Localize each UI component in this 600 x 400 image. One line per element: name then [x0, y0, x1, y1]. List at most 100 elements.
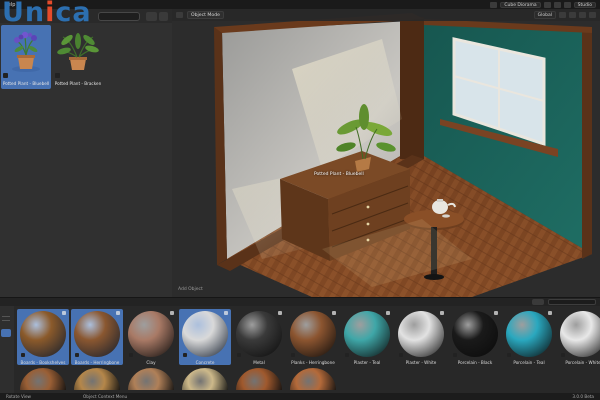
diorama-render: [172, 9, 600, 297]
material-preview-sphere: [290, 311, 336, 357]
asset-badge-icon: [116, 311, 120, 315]
material-preview-sphere: [236, 311, 282, 357]
asset-marker-icon: [237, 353, 241, 357]
add-object-hint: Add Object: [178, 287, 203, 292]
material-label: Planks - Herringbone: [291, 360, 335, 365]
shading-solid-icon[interactable]: [579, 12, 586, 18]
asset-label: Potted Plant - Bluebell: [2, 81, 50, 86]
material-preview-sphere: [74, 311, 120, 357]
asset-marker-icon: [21, 353, 25, 357]
asset-marker-icon: [561, 353, 565, 357]
material-preview-sphere: [182, 311, 228, 357]
editor-type-icon[interactable]: [176, 12, 183, 18]
material-preview-sphere: [506, 311, 552, 357]
asset-badge-icon: [278, 311, 282, 315]
asset-marker-icon: [55, 73, 60, 78]
material-label: Porcelain - Teal: [513, 360, 545, 365]
asset-marker-icon: [183, 353, 187, 357]
asset-badge-icon: [62, 311, 66, 315]
material-preview-sphere[interactable]: [290, 368, 336, 390]
asset-badge-icon: [224, 311, 228, 315]
material-preview-sphere[interactable]: [236, 368, 282, 390]
asset-badge-icon: [170, 311, 174, 315]
material-preview-sphere[interactable]: [20, 368, 66, 390]
snap-icon[interactable]: [559, 12, 566, 18]
material-preview-sphere[interactable]: [128, 368, 174, 390]
material-label: Porcelain - Black: [457, 360, 493, 365]
material-card[interactable]: Concrete: [179, 309, 231, 365]
material-label: Clay: [146, 360, 156, 365]
asset-search-input[interactable]: [98, 12, 140, 21]
material-card[interactable]: Metal: [233, 309, 285, 365]
material-preview-sphere: [344, 311, 390, 357]
potted-plant-bluebell-thumbnail: [12, 31, 40, 72]
material-card[interactable]: Porcelain - White: [557, 309, 600, 365]
material-label: Porcelain - White: [565, 360, 600, 365]
asset-marker-icon: [399, 353, 403, 357]
material-label: Boards - Bookshelves: [20, 360, 66, 365]
scene-selector: Cube Diorama Studio: [490, 1, 596, 8]
3d-viewport[interactable]: Object Mode Global Potted Plant - Bluebe…: [172, 9, 600, 297]
material-search-input[interactable]: [548, 299, 596, 305]
material-card[interactable]: Planks - Herringbone: [287, 309, 339, 365]
asset-label: Potted Plant - Bracken: [54, 81, 102, 86]
material-preview-sphere: [398, 311, 444, 357]
asset-marker-icon: [129, 353, 133, 357]
blender-window: Un i ca Help Cube Diorama Studio Potted …: [0, 0, 600, 400]
material-label: Plaster - White: [405, 360, 437, 365]
asset-badge-icon: [494, 311, 498, 315]
material-label: Metal: [253, 360, 265, 365]
catalog-sidebar: [0, 306, 14, 394]
material-label: Boards - Herringbone: [74, 360, 120, 365]
asset-badge-icon: [440, 311, 444, 315]
copy-scene-icon[interactable]: [543, 1, 551, 8]
asset-badge-icon: [332, 311, 336, 315]
material-label: Plaster - Teal: [353, 360, 381, 365]
material-preview-sphere[interactable]: [182, 368, 228, 390]
layer-icon: [563, 1, 571, 8]
material-label: Concrete: [195, 360, 215, 365]
scene-name-field[interactable]: Cube Diorama: [500, 1, 541, 8]
display-options-icon[interactable]: [159, 12, 168, 21]
asset-card-bluebell[interactable]: Potted Plant - Bluebell: [1, 25, 51, 89]
asset-card-bracken[interactable]: Potted Plant - Bracken: [53, 25, 103, 89]
material-preview-sphere: [20, 311, 66, 357]
filter-icon[interactable]: [146, 12, 157, 21]
close-scene-icon[interactable]: [553, 1, 561, 8]
asset-marker-icon: [75, 353, 79, 357]
material-card[interactable]: Plaster - Teal: [341, 309, 393, 365]
filter-icon[interactable]: [532, 299, 544, 305]
material-card[interactable]: Porcelain - Black: [449, 309, 501, 365]
potted-plant-bracken-thumbnail: [57, 33, 99, 70]
asset-marker-icon: [345, 353, 349, 357]
material-card[interactable]: Clay: [125, 309, 177, 365]
material-library: Boards - Bookshelves Boards - Herringbone…: [0, 297, 600, 394]
asset-marker-icon: [507, 353, 511, 357]
material-library-header: [0, 298, 600, 306]
asset-badge-icon: [386, 311, 390, 315]
orientation-dropdown[interactable]: Global: [533, 11, 556, 19]
shading-rendered-icon[interactable]: [589, 12, 596, 18]
catalog-item-selected[interactable]: [1, 329, 11, 337]
brand-logo: Un i ca: [2, 0, 92, 28]
proportional-edit-icon[interactable]: [569, 12, 576, 18]
material-preview-sphere[interactable]: [74, 368, 120, 390]
status-version: 3.0.0 Beta: [572, 394, 594, 399]
status-rotate-view: Rotate View: [6, 394, 31, 399]
asset-marker-icon: [291, 353, 295, 357]
asset-badge-icon: [548, 311, 552, 315]
material-preview-sphere: [452, 311, 498, 357]
view-layer-field[interactable]: Studio: [573, 1, 596, 8]
material-preview-sphere: [560, 311, 600, 357]
asset-browser: Potted Plant - Bluebell Potted Plant - B…: [0, 9, 172, 297]
material-card[interactable]: Porcelain - Teal: [503, 309, 555, 365]
status-bar: Rotate View Object Context Menu 3.0.0 Be…: [0, 393, 600, 400]
status-context-menu: Object Context Menu: [82, 394, 128, 399]
material-card[interactable]: Boards - Bookshelves: [17, 309, 69, 365]
object-mode-dropdown[interactable]: Object Mode: [187, 11, 224, 19]
asset-marker-icon: [453, 353, 457, 357]
material-card[interactable]: Boards - Herringbone: [71, 309, 123, 365]
asset-marker-icon: [3, 73, 8, 78]
material-card[interactable]: Plaster - White: [395, 309, 447, 365]
material-preview-sphere: [128, 311, 174, 357]
